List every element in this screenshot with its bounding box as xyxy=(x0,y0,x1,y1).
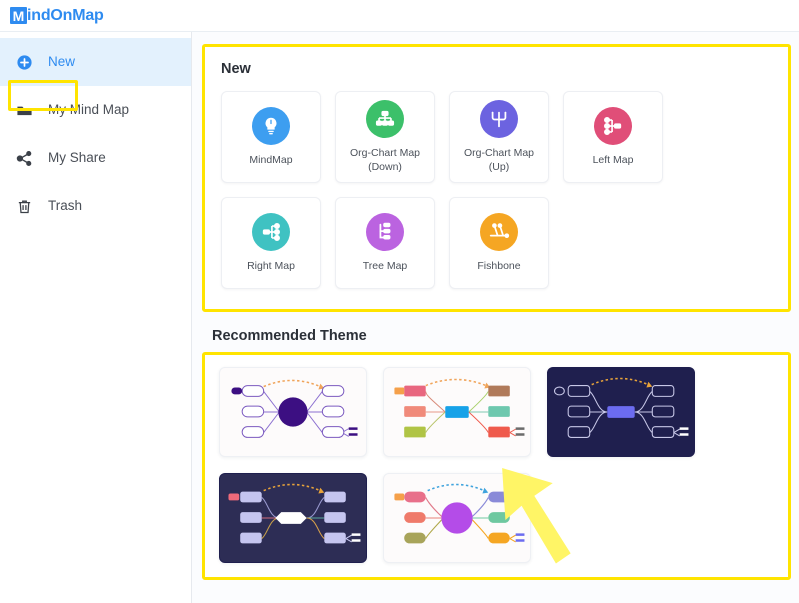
sidebar-item-trash[interactable]: Trash xyxy=(0,182,191,230)
template-card-org-chart-up[interactable]: Org-Chart Map (Up) xyxy=(449,91,549,183)
template-card-label: Left Map xyxy=(592,153,634,166)
sidebar-item-label: Trash xyxy=(48,198,83,214)
org-chart-up-icon xyxy=(480,100,518,139)
theme-thumbnail-navy-white[interactable] xyxy=(219,473,367,563)
left-map-icon xyxy=(594,106,632,145)
share-icon xyxy=(14,150,34,167)
theme-thumbnail-colorful-light[interactable] xyxy=(383,367,531,457)
tree-map-icon xyxy=(366,212,404,251)
template-card-label: Org-Chart Map (Down) xyxy=(349,147,421,173)
theme-thumbnail-navy-blue[interactable] xyxy=(547,367,695,457)
sidebar-item-label: My Share xyxy=(48,150,106,166)
template-card-mindmap[interactable]: MindMap xyxy=(221,91,321,183)
theme-thumbnail-violet-light[interactable] xyxy=(383,473,531,563)
sidebar-item-my-share[interactable]: My Share xyxy=(0,134,191,182)
sidebar-item-my-mind-map[interactable]: My Mind Map xyxy=(0,86,191,134)
template-card-right-map[interactable]: Right Map xyxy=(221,197,321,289)
template-card-org-chart-down[interactable]: Org-Chart Map (Down) xyxy=(335,91,435,183)
theme-section-title: Recommended Theme xyxy=(212,328,367,344)
trash-icon xyxy=(14,198,34,215)
theme-list xyxy=(219,367,774,563)
template-card-tree-map[interactable]: Tree Map xyxy=(335,197,435,289)
mindonmap-app: M indOnMap New My Mind Map My Share Tras… xyxy=(0,0,799,603)
new-templates-panel: New MindMap Org-Chart Map (Down) Org-Cha… xyxy=(202,44,791,312)
template-card-label: Org-Chart Map (Up) xyxy=(463,147,535,173)
right-map-icon xyxy=(252,212,290,251)
sidebar-item-new[interactable]: New xyxy=(0,38,191,86)
template-card-label: MindMap xyxy=(249,153,293,166)
template-card-label: Right Map xyxy=(247,259,295,272)
main-content: New MindMap Org-Chart Map (Down) Org-Cha… xyxy=(192,32,799,603)
template-card-list: MindMap Org-Chart Map (Down) Org-Chart M… xyxy=(221,91,772,289)
theme-thumbnail-purple-light[interactable] xyxy=(219,367,367,457)
lightbulb-icon xyxy=(252,106,290,145)
app-body: New My Mind Map My Share Trash New MindM… xyxy=(0,32,799,603)
app-header: M indOnMap xyxy=(0,0,799,32)
org-chart-down-icon xyxy=(366,100,404,139)
recommended-theme-panel xyxy=(202,352,791,580)
template-card-left-map[interactable]: Left Map xyxy=(563,91,663,183)
new-section-title: New xyxy=(221,61,251,77)
fishbone-icon xyxy=(480,212,518,251)
sidebar-item-label: My Mind Map xyxy=(48,102,130,118)
sidebar: New My Mind Map My Share Trash xyxy=(0,32,192,603)
template-card-label: Tree Map xyxy=(362,259,408,272)
logo-mark-icon: M xyxy=(10,7,27,24)
folder-icon xyxy=(14,102,34,119)
app-logo[interactable]: M indOnMap xyxy=(10,7,104,25)
sidebar-item-label: New xyxy=(48,54,76,70)
logo-text: indOnMap xyxy=(27,6,104,24)
plus-circle-icon xyxy=(14,54,34,71)
template-card-fishbone[interactable]: Fishbone xyxy=(449,197,549,289)
template-card-label: Fishbone xyxy=(477,259,521,272)
